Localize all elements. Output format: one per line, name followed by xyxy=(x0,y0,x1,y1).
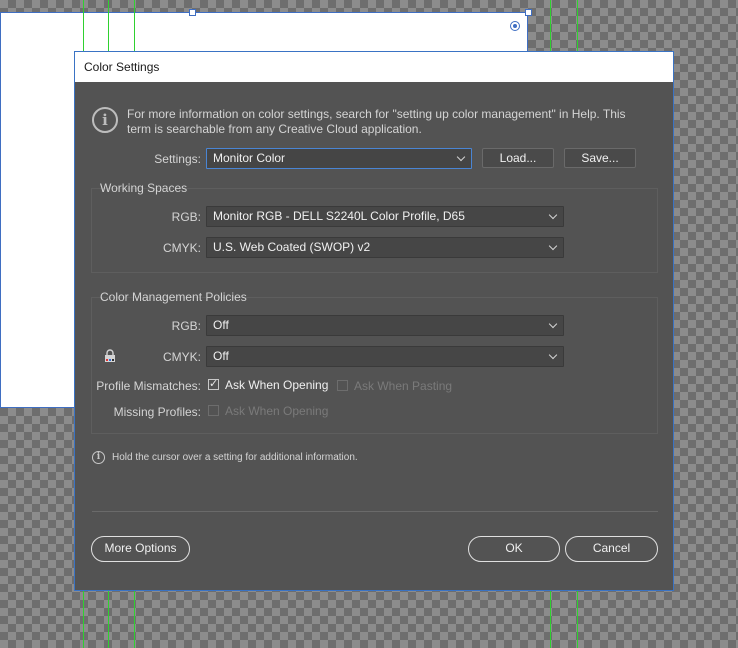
chevron-down-icon xyxy=(456,152,466,162)
artboard-handle-top[interactable] xyxy=(189,9,196,16)
cancel-button[interactable]: Cancel xyxy=(565,536,658,562)
info-text: For more information on color settings, … xyxy=(127,107,626,136)
policy-cmyk-value: Off xyxy=(213,349,229,363)
chevron-down-icon xyxy=(548,319,558,329)
policy-cmyk-select[interactable]: Off xyxy=(206,346,564,367)
policy-rgb-select[interactable]: Off xyxy=(206,315,564,336)
footer-separator xyxy=(92,511,658,512)
chevron-down-icon xyxy=(548,241,558,251)
working-spaces-title: Working Spaces xyxy=(100,181,188,195)
ask-when-pasting-checkbox[interactable] xyxy=(337,380,348,391)
save-button[interactable]: Save... xyxy=(564,148,636,168)
profile-mismatches-label: Profile Mismatches: xyxy=(96,379,201,393)
working-cmyk-value: U.S. Web Coated (SWOP) v2 xyxy=(213,240,371,254)
settings-select[interactable]: Monitor Color xyxy=(206,148,472,169)
dialog-title: Color Settings xyxy=(84,60,160,74)
missing-profiles-label: Missing Profiles: xyxy=(113,405,201,419)
working-cmyk-select[interactable]: U.S. Web Coated (SWOP) v2 xyxy=(206,237,564,258)
policies-title: Color Management Policies xyxy=(100,290,247,304)
more-options-button[interactable]: More Options xyxy=(91,536,190,562)
missing-ask-when-opening-checkbox[interactable] xyxy=(208,405,219,416)
target-icon xyxy=(510,21,520,31)
chevron-down-icon xyxy=(548,350,558,360)
settings-value: Monitor Color xyxy=(213,151,286,165)
color-settings-dialog: Color Settings i For more information on… xyxy=(74,51,674,591)
working-rgb-select[interactable]: Monitor RGB - DELL S2240L Color Profile,… xyxy=(206,206,564,227)
working-rgb-value: Monitor RGB - DELL S2240L Color Profile,… xyxy=(213,209,465,223)
lock-icon xyxy=(105,349,115,362)
ok-button[interactable]: OK xyxy=(468,536,560,562)
ask-when-opening-checkbox[interactable] xyxy=(208,377,219,390)
hint-text: Hold the cursor over a setting for addit… xyxy=(112,452,358,463)
working-rgb-label: RGB: xyxy=(171,210,201,224)
ask-when-pasting-label[interactable]: Ask When Pasting xyxy=(354,379,452,393)
dialog-titlebar[interactable]: Color Settings xyxy=(75,52,673,82)
working-spaces-group xyxy=(91,188,658,273)
ask-when-opening-label[interactable]: Ask When Opening xyxy=(225,378,328,392)
info-icon: i xyxy=(92,107,118,133)
info-icon: i xyxy=(92,451,105,464)
policy-rgb-value: Off xyxy=(213,318,229,332)
chevron-down-icon xyxy=(548,210,558,220)
settings-label: Settings: xyxy=(154,152,201,166)
policy-cmyk-label: CMYK: xyxy=(162,350,201,364)
working-cmyk-label: CMYK: xyxy=(162,241,201,255)
load-button[interactable]: Load... xyxy=(482,148,554,168)
policy-rgb-label: RGB: xyxy=(171,319,201,333)
missing-ask-when-opening-label[interactable]: Ask When Opening xyxy=(225,404,328,418)
artboard-handle-top-right[interactable] xyxy=(525,9,532,16)
